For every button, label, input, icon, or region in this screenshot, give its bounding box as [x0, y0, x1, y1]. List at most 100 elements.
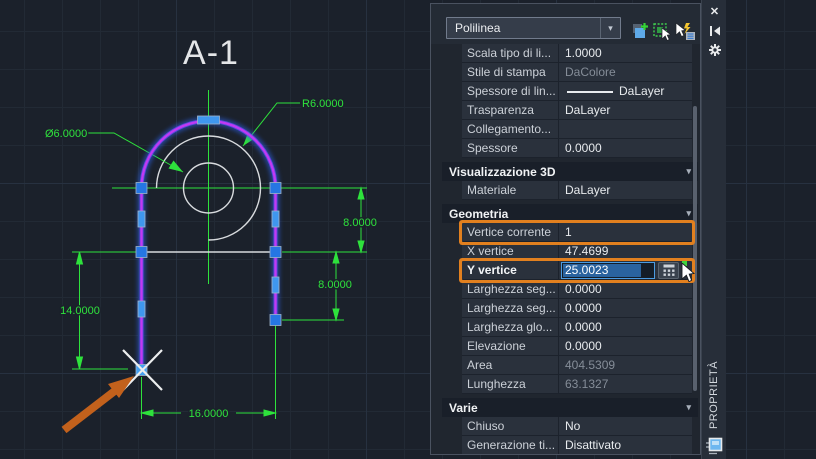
calculator-button[interactable] [658, 262, 679, 279]
property-row[interactable]: Materiale DaLayer [462, 181, 692, 200]
property-value[interactable]: DaLayer [559, 82, 692, 100]
property-row[interactable]: Elevazione 0.0000 [462, 337, 692, 356]
property-value[interactable]: 1 [559, 223, 692, 241]
property-row[interactable]: Larghezza glo... 0.0000 [462, 318, 692, 337]
properties-palette-icon[interactable] [705, 437, 724, 456]
cursor-icon [675, 22, 687, 38]
dim-16-label: 16.0000 [189, 408, 229, 420]
gear-icon[interactable] [702, 42, 727, 58]
property-value[interactable]: DaLayer [559, 101, 692, 119]
grip-segment-mid [137, 210, 146, 228]
palette-title-bar: ✕ PROPRIETÀ [701, 0, 726, 459]
property-value[interactable]: 25.0023 [559, 261, 696, 283]
grip-segment-mid [271, 276, 280, 294]
property-label: Spessore di lin... [462, 82, 559, 100]
grip-endpoint [269, 314, 282, 326]
property-value[interactable]: Disattivato [559, 436, 692, 454]
pickadd-toggle-button[interactable] [630, 21, 650, 41]
object-type-dropdown[interactable]: Polilinea ▾ [446, 17, 621, 39]
grip-vertex [135, 182, 148, 194]
drawing-title: A-1 [183, 34, 239, 72]
close-icon[interactable]: ✕ [702, 3, 727, 19]
property-label: Materiale [462, 181, 559, 199]
section-header[interactable]: Varie ▾ [442, 398, 698, 417]
property-label: Trasparenza [462, 101, 559, 119]
annotation-arrow [61, 376, 134, 434]
grip-segment-mid [271, 210, 280, 228]
object-type-value: Polilinea [455, 21, 501, 35]
property-row[interactable]: Y vertice 25.0023 [462, 261, 696, 283]
scrollbar[interactable] [693, 106, 697, 391]
section-header[interactable]: Visualizzazione 3D ▾ [442, 162, 698, 181]
collapse-icon[interactable]: ▾ [686, 402, 691, 413]
property-label: Generazione ti... [462, 436, 559, 454]
property-value[interactable]: DaColore [559, 63, 692, 81]
property-label: Stile di stampa [462, 63, 559, 81]
property-value[interactable] [559, 120, 692, 138]
property-value-text: DaLayer [619, 84, 665, 98]
property-row[interactable]: Stile di stampa DaColore [462, 63, 692, 82]
property-row[interactable]: Larghezza seg... 0.0000 [462, 299, 692, 318]
property-row[interactable]: Scala tipo di li... 1.0000 [462, 44, 692, 63]
lineweight-icon [567, 90, 613, 93]
dimension-16 [139, 325, 278, 419]
property-label: Collegamento... [462, 120, 559, 138]
radius-label: R6.0000 [302, 98, 344, 110]
property-row[interactable]: Spessore di lin... DaLayer [462, 82, 692, 101]
property-label: Lunghezza [462, 375, 559, 393]
property-label: Chiuso [462, 417, 559, 435]
palette-title-vertical[interactable]: PROPRIETÀ [702, 352, 727, 438]
panel-body: Scala tipo di li... 1.0000 Stile di stampa… [431, 44, 700, 454]
property-label: Larghezza glo... [462, 318, 559, 336]
property-label: Scala tipo di li... [462, 44, 559, 62]
property-row[interactable]: Larghezza seg... 0.0000 [462, 280, 692, 299]
section-header-label: Visualizzazione 3D [449, 164, 556, 179]
grip-vertex [269, 246, 282, 258]
property-row[interactable]: Lunghezza 63.1327 [462, 375, 692, 394]
dim-14-label: 14.0000 [60, 305, 100, 317]
value-input[interactable]: 25.0023 [561, 262, 655, 279]
select-objects-button[interactable] [652, 21, 672, 41]
property-row[interactable]: Spessore 0.0000 [462, 139, 692, 158]
property-row[interactable]: Vertice corrente 1 [462, 223, 692, 242]
property-label: X vertice [462, 242, 559, 260]
quick-select-button[interactable] [674, 21, 695, 41]
property-value[interactable]: 0.0000 [559, 318, 692, 336]
property-value[interactable]: 47.4699 [559, 242, 692, 260]
chevron-down-icon: ▾ [600, 18, 620, 38]
property-value[interactable]: 0.0000 [559, 139, 692, 157]
property-value[interactable]: No [559, 417, 692, 435]
grip-segment-mid [137, 300, 146, 318]
property-label: Y vertice [462, 261, 559, 279]
dim-8-top-label: 8.0000 [343, 217, 377, 229]
property-label: Area [462, 356, 559, 374]
auto-hide-icon[interactable] [702, 23, 727, 39]
collapse-icon[interactable]: ▾ [686, 166, 691, 177]
property-row[interactable]: X vertice 47.4699 [462, 242, 692, 261]
property-row[interactable]: Chiuso No [462, 417, 692, 436]
panel-header: Polilinea ▾ [431, 4, 700, 44]
selected-text: 25.0023 [563, 264, 641, 277]
property-row[interactable]: Generazione ti... Disattivato [462, 436, 692, 454]
property-label: Larghezza seg... [462, 280, 559, 298]
property-row[interactable]: Collegamento... [462, 120, 692, 139]
property-value[interactable]: 0.0000 [559, 280, 692, 298]
property-value[interactable]: 63.1327 [559, 375, 692, 393]
property-label: Spessore [462, 139, 559, 157]
property-label: Larghezza seg... [462, 299, 559, 317]
property-value[interactable]: 404.5309 [559, 356, 692, 374]
property-value[interactable]: 1.0000 [559, 44, 692, 62]
autocad-viewport: A-1 Ø6.0000 R6.0000 14.0000 16.0000 8.00… [0, 0, 816, 459]
property-label: Elevazione [462, 337, 559, 355]
cursor-icon [661, 27, 672, 41]
grip-arc-mid [197, 115, 220, 125]
property-value[interactable]: 0.0000 [559, 337, 692, 355]
grip-vertex [269, 182, 282, 194]
section-header[interactable]: Geometria ▾ [442, 204, 698, 223]
property-value[interactable]: 0.0000 [559, 299, 692, 317]
collapse-icon[interactable]: ▾ [686, 208, 691, 219]
property-row[interactable]: Area 404.5309 [462, 356, 692, 375]
property-row[interactable]: Trasparenza DaLayer [462, 101, 692, 120]
property-value[interactable]: DaLayer [559, 181, 692, 199]
property-label: Vertice corrente [462, 223, 559, 241]
